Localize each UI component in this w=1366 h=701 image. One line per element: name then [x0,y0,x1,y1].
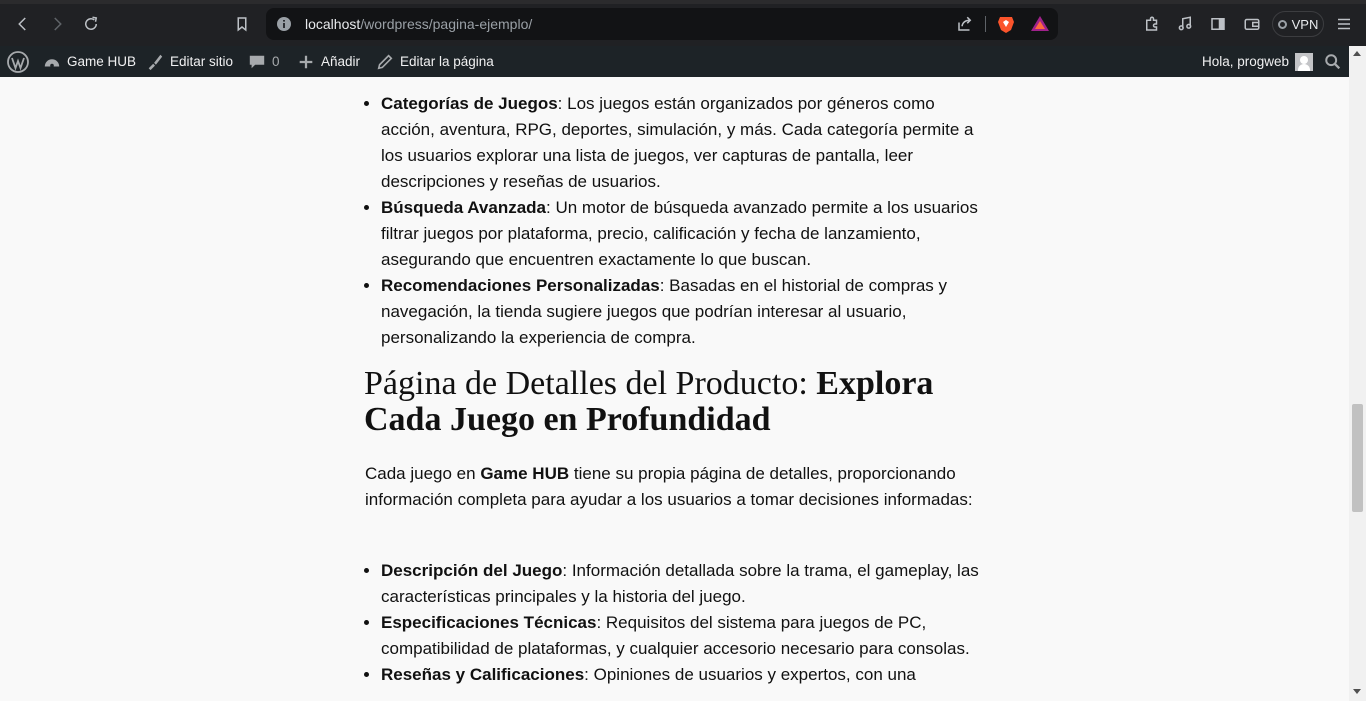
wallet-button[interactable] [1239,11,1265,37]
scroll-down-arrow-icon[interactable] [1353,689,1361,694]
list-item: Reseñas y Calificaciones: Opiniones de u… [381,662,986,688]
para-text: Cada juego en [365,464,481,483]
arrow-left-icon [18,17,26,31]
para-brand: Game HUB [480,464,570,483]
forward-button[interactable] [44,11,70,37]
site-info-icon[interactable] [276,16,292,32]
arrow-right-icon [54,17,62,31]
page-content: Categorías de Juegos: Los juegos están o… [0,77,1349,701]
wp-search-button[interactable] [1324,46,1342,77]
edit-page-label: Editar la página [400,54,494,69]
reload-button[interactable] [78,11,104,37]
back-button[interactable] [10,11,36,37]
vpn-status-icon [1277,19,1287,29]
vpn-button[interactable]: VPN [1272,11,1324,37]
wp-admin-bar: Game HUB Editar sitio 0 Añadir Editar la… [0,46,1366,77]
plus-icon [299,55,313,68]
hamburger-menu-icon [1338,18,1350,30]
brave-rewards-icon[interactable] [1030,14,1050,34]
page-scrollbar[interactable] [1349,46,1366,701]
wp-logo-menu[interactable] [7,46,29,77]
section-heading: Página de Detalles del Producto: Explora… [364,366,984,438]
list-item: Búsqueda Avanzada: Un motor de búsqueda … [381,195,986,273]
puzzle-icon [1146,16,1158,31]
brave-shields-icon[interactable] [996,14,1016,34]
features-list: Categorías de Juegos: Los juegos están o… [381,91,986,351]
list-item-term: Reseñas y Calificaciones [381,665,585,684]
wp-account-menu[interactable]: Hola, progweb [1202,46,1314,77]
address-bar[interactable]: localhost/wordpress/pagina-ejemplo/ [266,8,1058,40]
scroll-up-arrow-icon[interactable] [1353,51,1361,56]
intro-paragraph: Cada juego en Game HUB tiene su propia p… [365,461,990,513]
list-item-term: Búsqueda Avanzada [381,198,547,217]
heading-light: Página de Detalles del Producto: [364,365,817,402]
vpn-label: VPN [1291,16,1319,32]
list-item-term: Categorías de Juegos [381,94,558,113]
sidebar-toggle-button[interactable] [1205,11,1231,37]
wp-site-name-menu[interactable]: Game HUB [43,46,136,77]
wp-new-content-menu[interactable]: Añadir [297,46,360,77]
comment-icon [249,55,265,68]
avatar [1295,52,1314,71]
wp-comments-link[interactable]: 0 [248,46,280,77]
music-note-icon [1178,16,1192,31]
browser-toolbar: localhost/wordpress/pagina-ejemplo/ VPN [0,0,1366,46]
list-item-term: Descripción del Juego [381,561,563,580]
list-item-term: Especificaciones Técnicas [381,613,597,632]
dashboard-icon [44,58,60,67]
media-button[interactable] [1172,11,1198,37]
sidebar-icon [1211,18,1225,30]
url-path: /wordpress/pagina-ejemplo/ [360,16,533,32]
extensions-button[interactable] [1139,11,1165,37]
comments-count: 0 [272,54,280,69]
list-item-term: Recomendaciones Personalizadas [381,276,660,295]
search-icon [1325,53,1341,69]
scroll-thumb[interactable] [1352,404,1363,512]
wp-edit-page-link[interactable]: Editar la página [376,46,494,77]
bookmark-button[interactable] [229,11,255,37]
list-item: Descripción del Juego: Información detal… [381,558,986,610]
list-item: Categorías de Juegos: Los juegos están o… [381,91,986,195]
list-item: Recomendaciones Personalizadas: Basadas … [381,273,986,351]
reload-icon [85,16,98,30]
list-item: Especificaciones Técnicas: Requisitos de… [381,610,986,662]
wallet-icon [1244,18,1260,30]
pencil-icon [377,54,393,69]
edit-site-label: Editar sitio [170,54,234,69]
brush-icon [148,54,163,70]
list-item-text: : Opiniones de usuarios y expertos, con … [584,665,916,684]
site-name-label: Game HUB [67,54,137,69]
url-text: localhost/wordpress/pagina-ejemplo/ [305,16,532,32]
details-list: Descripción del Juego: Información detal… [381,558,986,688]
url-host: localhost [305,16,361,32]
wordpress-logo-icon [7,50,29,73]
bookmark-icon [237,17,247,32]
add-new-label: Añadir [321,54,361,69]
wp-edit-site-link[interactable]: Editar sitio [146,46,233,77]
share-icon[interactable] [956,15,974,33]
greeting-label: Hola, progweb [1202,54,1290,69]
menu-button[interactable] [1331,11,1357,37]
